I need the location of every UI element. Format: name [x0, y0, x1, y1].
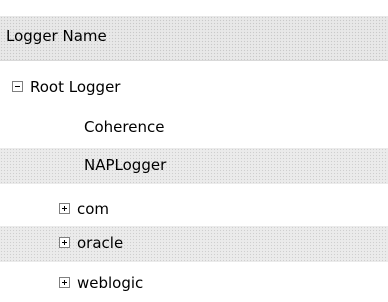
tree-row-label: weblogic — [77, 274, 144, 292]
tree-row-label: NAPLogger — [84, 156, 167, 174]
tree-row-weblogic[interactable]: weblogic — [0, 266, 388, 302]
tree-row-coherence[interactable]: Coherence — [0, 110, 388, 146]
tree-row-com[interactable]: com — [0, 192, 388, 228]
column-header-label: Logger Name — [6, 27, 107, 45]
tree-row-root-logger[interactable]: Root Logger — [0, 70, 388, 106]
tree-row-label: Coherence — [84, 118, 165, 136]
tree-row-naplogger[interactable]: NAPLogger — [0, 148, 388, 184]
tree-row-label: oracle — [77, 234, 124, 252]
expand-icon[interactable] — [59, 237, 70, 248]
collapse-icon[interactable] — [12, 81, 23, 92]
expand-icon[interactable] — [59, 203, 70, 214]
column-header-logger-name[interactable]: Logger Name — [0, 16, 388, 61]
tree-row-label: Root Logger — [30, 78, 121, 96]
expand-icon[interactable] — [59, 277, 70, 288]
tree-row-oracle[interactable]: oracle — [0, 226, 388, 262]
logger-tree: Logger Name Root Logger Coherence NAPLog… — [0, 0, 388, 301]
tree-row-label: com — [77, 200, 110, 218]
